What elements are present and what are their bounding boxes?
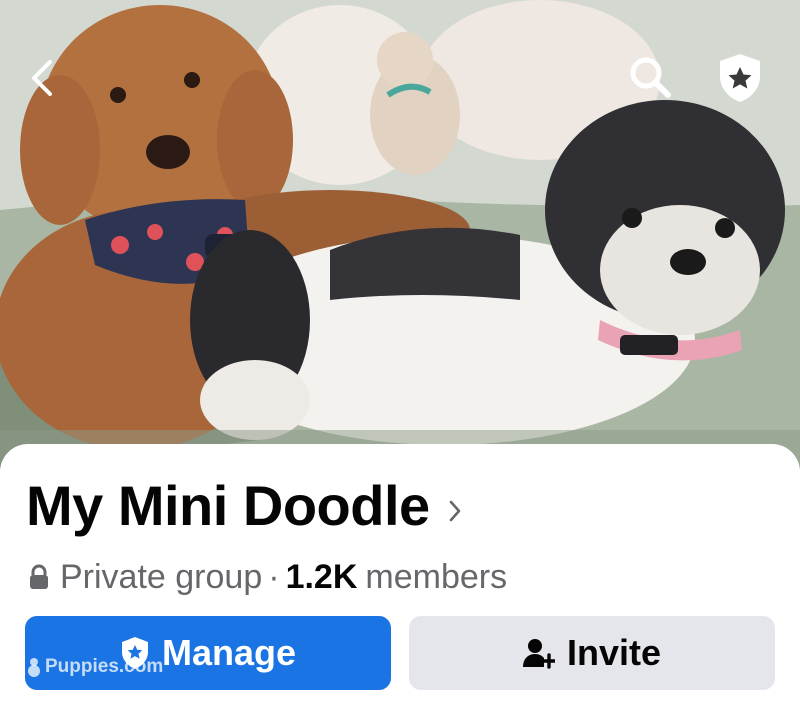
lock-icon bbox=[28, 564, 50, 590]
invite-label: Invite bbox=[566, 632, 662, 673]
meta-separator: · bbox=[268, 558, 280, 596]
chevron-left-icon bbox=[32, 60, 52, 96]
member-count[interactable]: 1.2K bbox=[286, 560, 358, 594]
cover-illustration bbox=[0, 0, 800, 470]
group-title-link[interactable]: My Mini Doodle bbox=[26, 478, 462, 534]
watermark: Puppies.com bbox=[26, 656, 163, 678]
privacy-label: Private group bbox=[60, 558, 263, 596]
manage-label: Manage bbox=[161, 632, 297, 673]
search-button[interactable] bbox=[628, 55, 674, 101]
admin-tools-button[interactable] bbox=[716, 52, 768, 104]
shield-star-icon bbox=[720, 54, 760, 102]
search-icon bbox=[630, 57, 671, 98]
group-info-sheet: My Mini Doodle Private group · 1.2K memb… bbox=[0, 444, 800, 706]
members-label[interactable]: members bbox=[365, 560, 507, 594]
manage-button[interactable]: Manage bbox=[25, 616, 391, 690]
group-title: My Mini Doodle bbox=[26, 474, 430, 537]
group-cover-photo[interactable] bbox=[0, 0, 800, 470]
add-person-icon bbox=[522, 637, 555, 669]
group-meta: Private group · 1.2K members bbox=[28, 560, 507, 594]
invite-button[interactable]: Invite bbox=[409, 616, 775, 690]
watermark-text: Puppies.com bbox=[45, 656, 164, 677]
dog-icon bbox=[26, 657, 42, 677]
chevron-right-icon bbox=[448, 499, 462, 523]
back-button[interactable] bbox=[28, 58, 72, 102]
